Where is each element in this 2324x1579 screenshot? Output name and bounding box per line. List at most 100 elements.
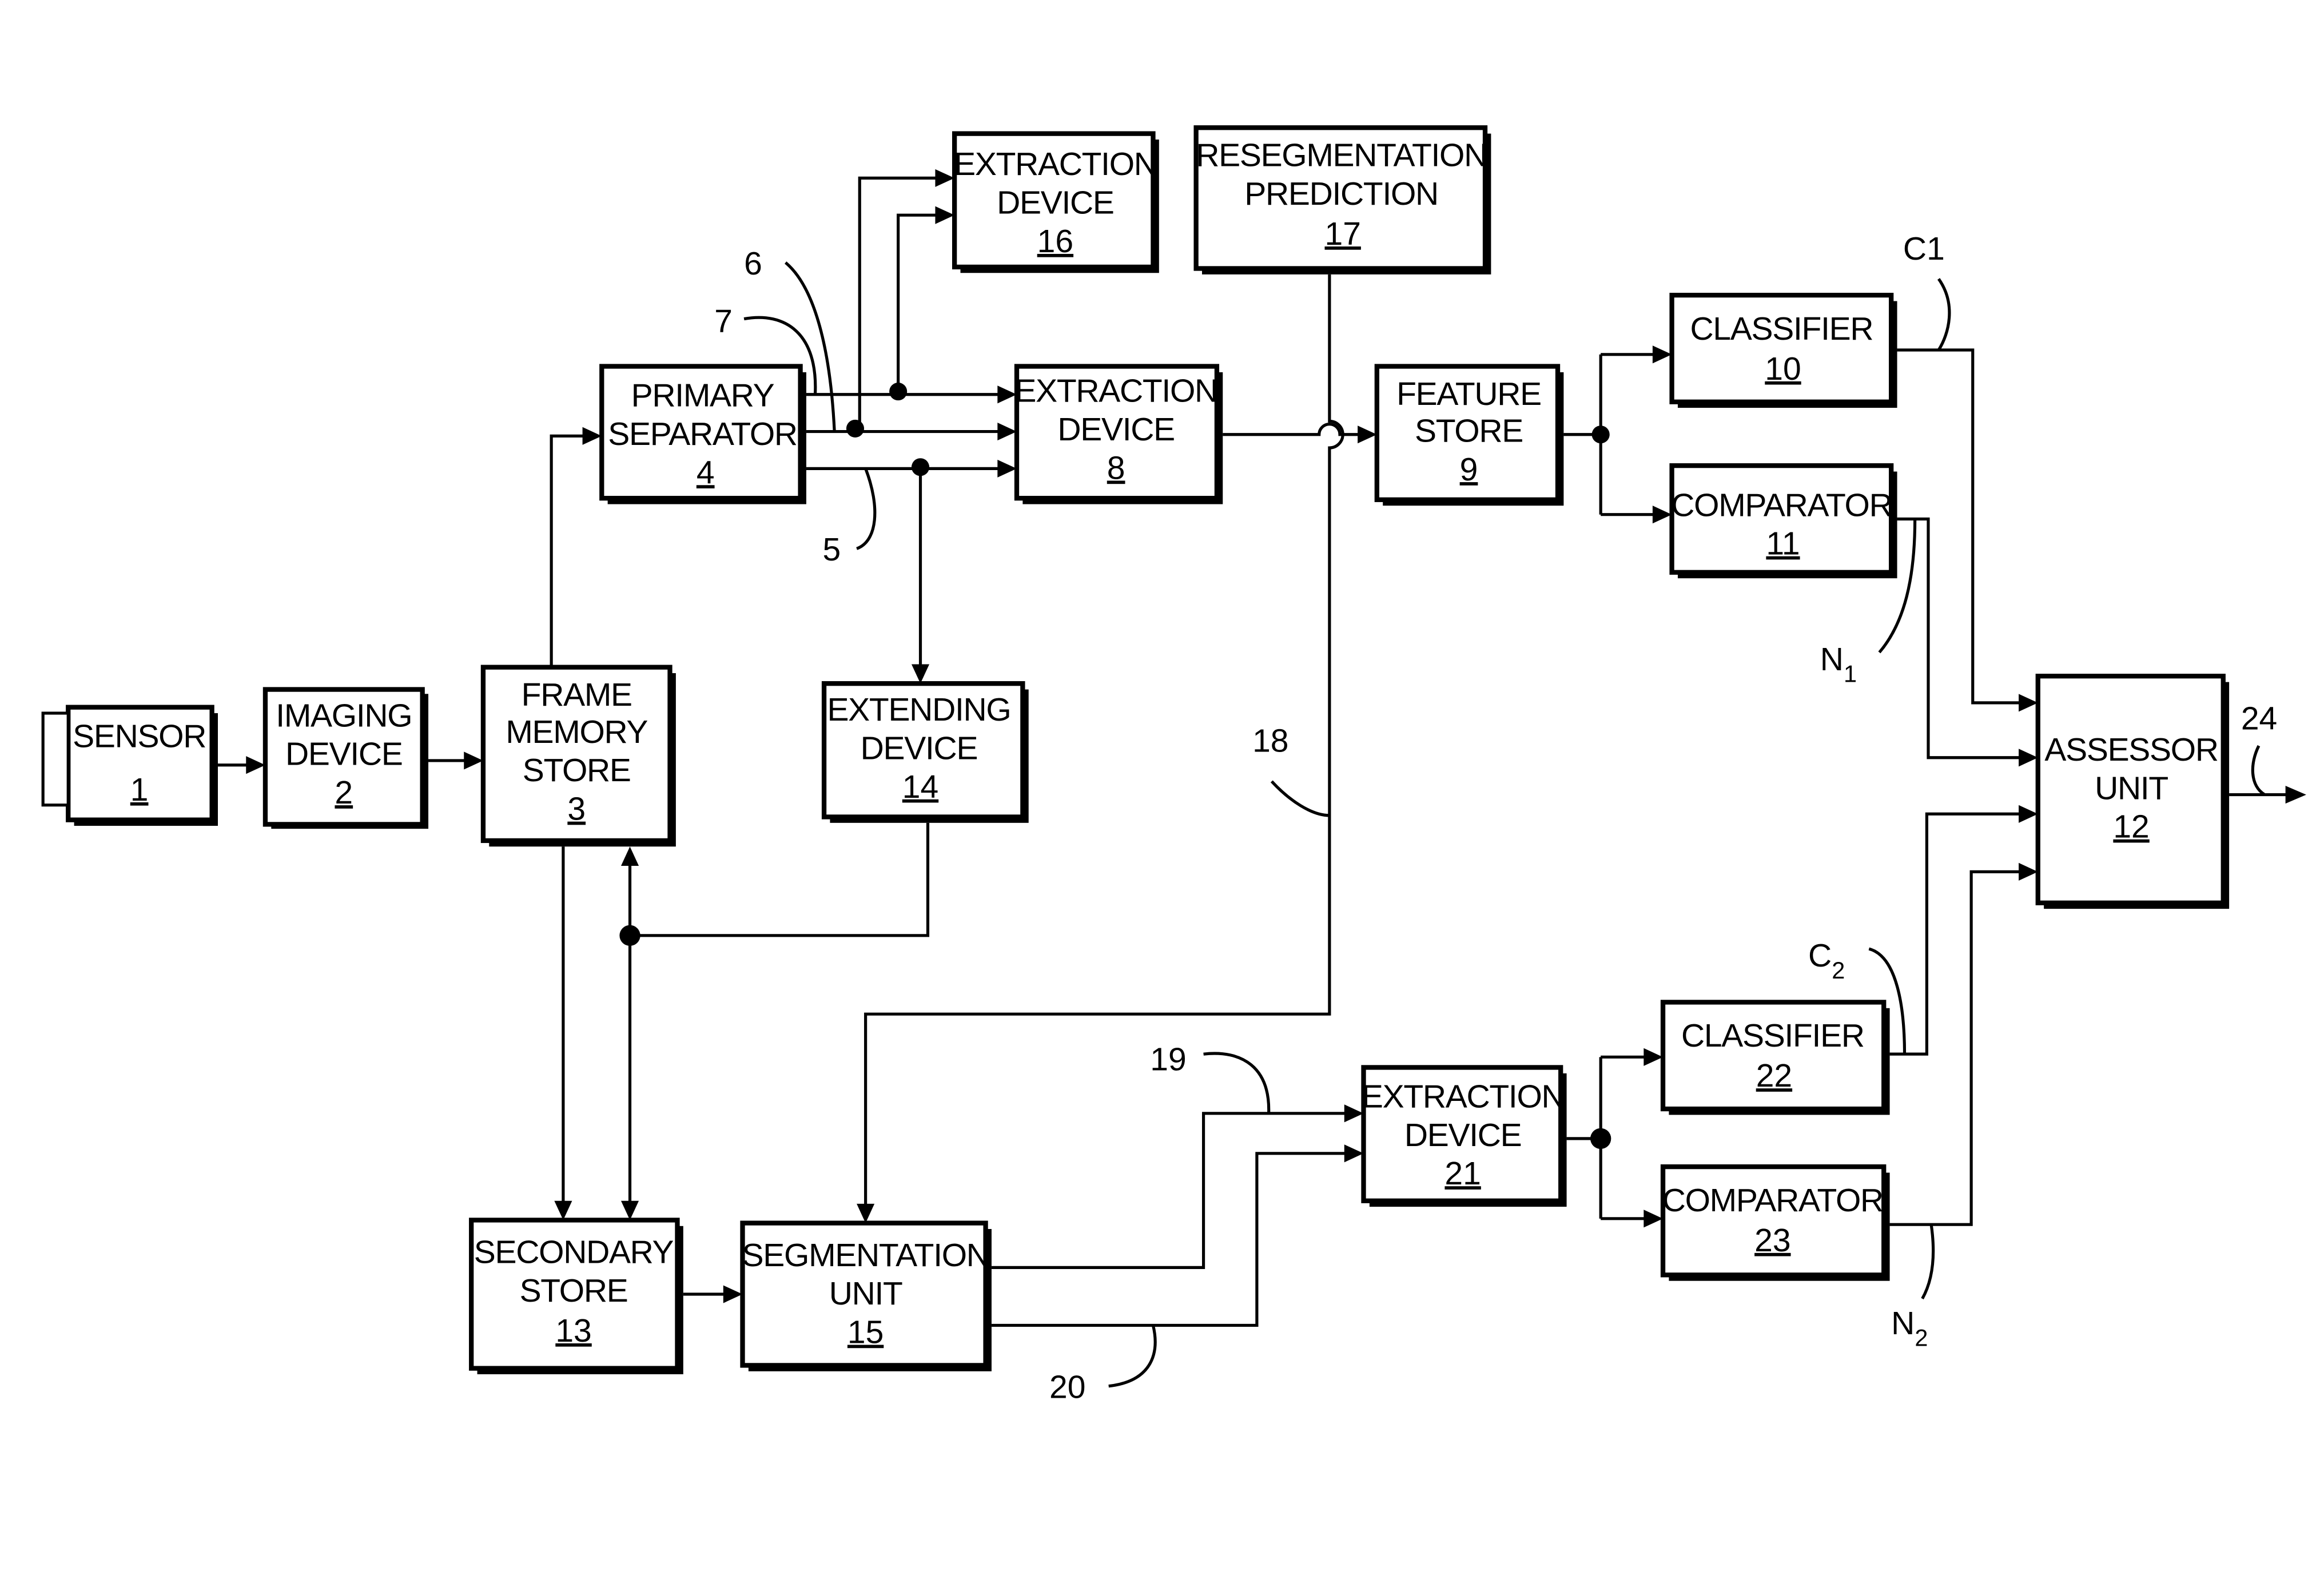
wire-20 [991,1152,1351,1327]
arrow-head [464,751,483,770]
arrow-head [246,756,265,774]
box-label: UNIT [2095,770,2168,806]
box-number: 16 [1037,223,1073,260]
wire-n1 [1897,517,2025,759]
ref-19: 19 [1150,1041,1186,1078]
box-extraction-device-8: EXTRACTION DEVICE 8 [1014,364,1223,504]
arrow-head [1643,1210,1664,1228]
box-feature-store: FEATURE STORE 9 [1374,364,1564,506]
arrow-head [997,385,1017,404]
arrow-head [620,1200,639,1220]
leader-c1 [1937,278,1951,351]
ref-n1: N1 [1820,641,1857,687]
box-label: EXTRACTION [1014,373,1217,409]
wire-frame-primary [550,434,588,667]
box-label: COMPARATOR [1662,1182,1883,1219]
arrow-head [911,664,930,684]
box-label: FEATURE [1396,376,1541,412]
arrow-head [997,423,1017,441]
box-label: SEPARATOR [608,416,797,452]
ref-c1: C1 [1903,230,1945,267]
arrow-head [857,1203,875,1223]
box-number: 11 [1766,526,1800,562]
box-frame-memory-store: FRAME MEMORY STORE 3 [480,665,676,847]
arrow-head [723,1285,743,1303]
box-label: ASSESSOR [2044,731,2218,768]
ref-c2: C2 [1808,937,1845,984]
leader-5 [856,468,877,550]
box-label: DEVICE [285,736,403,773]
ref-18: 18 [1252,722,1288,759]
arrow-head [2285,786,2306,804]
box-sensor: SENSOR 1 [41,705,218,826]
box-number: 12 [2113,809,2149,845]
arrow-head [582,427,602,445]
box-number: 21 [1444,1155,1481,1192]
box-extending-device: EXTENDING DEVICE 14 [821,681,1029,823]
box-label: DEVICE [997,185,1114,221]
arrow-head [1358,425,1377,444]
box-label: RESEGMENTATION [1196,137,1487,174]
box-imaging-device: IMAGING DEVICE 2 [262,687,429,829]
block-diagram: SENSOR 1 IMAGING DEVICE 2 FRAME MEMORY S… [41,125,2306,1405]
box-label: DEVICE [861,730,978,766]
box-number: 4 [697,454,715,491]
box-number: 3 [567,791,586,828]
box-label: STORE [523,752,631,789]
leader-20 [1108,1325,1157,1388]
ref-n2: N2 [1891,1305,1928,1351]
box-label: MEMORY [506,714,647,750]
box-number: 17 [1324,216,1360,252]
ref-6: 6 [744,245,762,282]
box-primary-separator: PRIMARY SEPARATOR 4 [599,364,806,504]
box-number: 15 [847,1314,884,1351]
box-label: CLASSIFIER [1690,311,1873,347]
box-label: FRAME [522,677,632,713]
arrow-head [1652,345,1672,364]
wire-7-to-16 [897,213,941,390]
box-resegmentation-prediction: RESEGMENTATION PREDICTION 17 [1193,125,1491,275]
box-secondary-store: SECONDARY STORE 13 [469,1218,683,1374]
box-assessor-unit: ASSESSOR UNIT 12 [2035,674,2230,909]
wire-19 [991,1112,1351,1269]
junction-dot [846,419,865,437]
box-label: STORE [1415,413,1523,450]
arrow-head [2019,862,2038,881]
leader-19 [1203,1052,1271,1113]
arrow-head [620,846,639,866]
box-label: EXTRACTION [1362,1078,1565,1115]
wire-c2 [1889,812,2025,1056]
box-classifier-10: CLASSIFIER 10 [1669,292,1897,408]
box-label: STORE [520,1272,628,1309]
box-number: 14 [902,769,938,805]
arrow-head [2019,805,2038,823]
box-segmentation-unit: SEGMENTATION UNIT 15 [740,1220,992,1371]
ref-5: 5 [822,531,841,568]
box-number: 22 [1756,1057,1792,1094]
box-number: 23 [1754,1222,1790,1259]
box-number: 8 [1107,450,1125,487]
arrow-head [554,1200,572,1220]
junction-dot [889,383,908,401]
box-number: 10 [1765,351,1801,387]
box-number: 13 [555,1312,591,1349]
box-number: 2 [335,774,353,811]
box-extraction-device-21: EXTRACTION DEVICE 21 [1361,1065,1567,1207]
box-label: SECONDARY [474,1234,674,1271]
arrow-head [935,206,955,224]
leader-18 [1270,780,1330,817]
box-label: IMAGING [276,697,412,734]
box-classifier-22: CLASSIFIER 22 [1660,1000,1890,1115]
box-extraction-device-16: EXTRACTION DEVICE 16 [952,131,1159,273]
arrow-head [1643,1048,1664,1066]
box-label: SEGMENTATION [742,1237,989,1274]
ref-24: 24 [2241,701,2277,737]
box-label: CLASSIFIER [1681,1017,1864,1054]
box-label: PREDICTION [1244,176,1438,212]
arrow-head [997,459,1017,478]
arrow-head [2019,694,2038,712]
arrow-head [935,169,955,187]
box-comparator-11: COMPARATOR 11 [1669,463,1897,579]
box-label: DEVICE [1404,1117,1522,1154]
ref-7: 7 [714,303,733,340]
